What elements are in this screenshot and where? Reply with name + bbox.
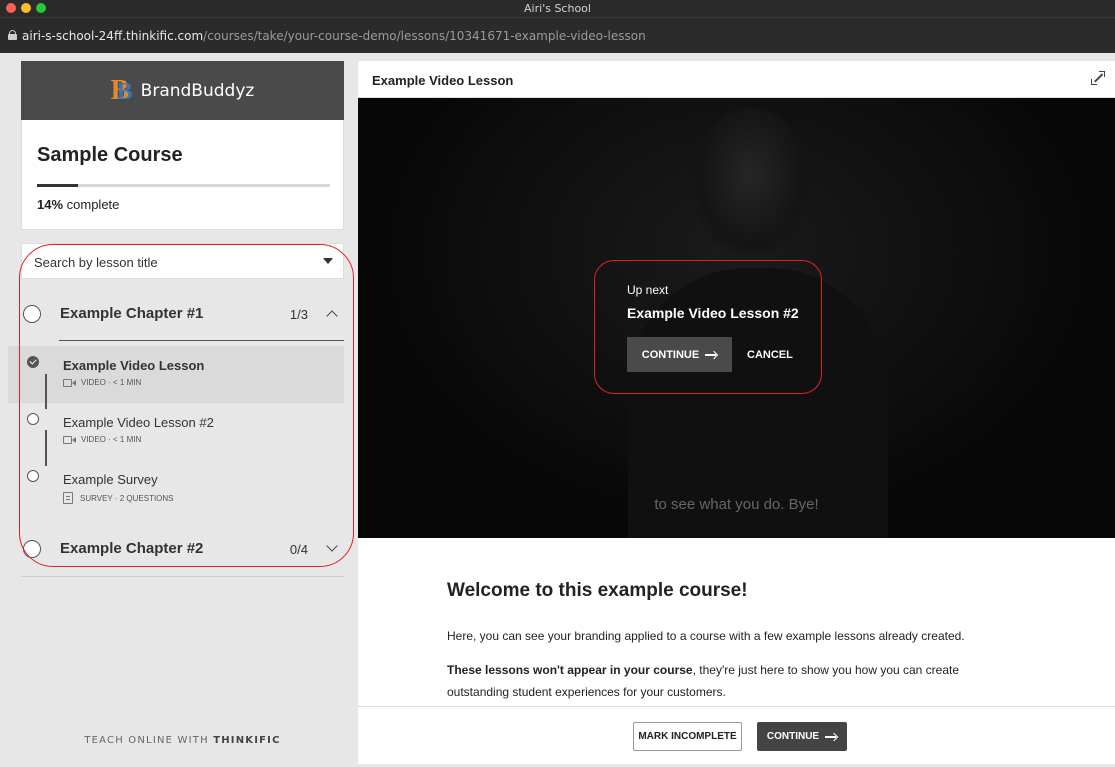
lesson-item-example-video-lesson[interactable]: Example Video Lesson VIDEO · < 1 MIN (8, 346, 344, 403)
expand-fullscreen-icon[interactable] (1091, 71, 1105, 85)
arrow-right-icon (825, 733, 837, 741)
footer-prefix: TEACH ONLINE WITH (84, 735, 214, 746)
window-title: Airi's School (524, 2, 591, 15)
mark-incomplete-button[interactable]: MARK INCOMPLETE (633, 722, 742, 751)
lesson-item-example-survey[interactable]: Example Survey SURVEY · 2 QUESTIONS (8, 460, 344, 517)
url-path: /courses/take/your-course-demo/lessons/1… (203, 29, 646, 43)
lesson-connector-line (45, 374, 47, 409)
chapter-divider (59, 340, 344, 341)
continue-button[interactable]: CONTINUE (757, 722, 847, 751)
lesson-list-panel: Example Chapter #1 1/3 Example Video Les… (8, 243, 344, 577)
up-next-continue-label: CONTINUE (641, 348, 700, 361)
content-paragraph-1: Here, you can see your branding applied … (447, 629, 965, 643)
course-summary-card: Sample Course 14% complete (21, 120, 344, 230)
video-icon (63, 435, 77, 444)
lesson-content: Welcome to this example course! Here, yo… (358, 538, 1115, 706)
chapter-header-2[interactable]: Example Chapter #2 0/4 (21, 520, 344, 576)
content-paragraph-2-bold: These lessons won't appear in your cours… (447, 663, 693, 677)
lesson-complete-check-icon (27, 356, 39, 368)
up-next-cancel-button[interactable]: CANCEL (747, 337, 793, 372)
course-progress-fill (37, 184, 79, 187)
lesson-meta-text: SURVEY · 2 QUESTIONS (80, 493, 174, 503)
lesson-search[interactable] (21, 243, 344, 279)
course-progress-text: 14% complete (37, 197, 119, 212)
lesson-meta: VIDEO · < 1 MIN (63, 378, 141, 387)
progress-value: 14% (37, 197, 64, 212)
address-bar[interactable]: airi-s-school-24ff.thinkific.com/courses… (0, 17, 1115, 53)
thinkific-footer-link[interactable]: TEACH ONLINE WITH THINKIFIC (21, 735, 344, 746)
window-titlebar: Airi's School (0, 0, 1115, 17)
up-next-label: Up next (627, 283, 669, 297)
chapter-progress-circle-icon (23, 305, 41, 323)
chevron-up-icon[interactable] (326, 310, 338, 322)
brand-name: BrandBuddyz (140, 80, 255, 101)
url-host: airi-s-school-24ff.thinkific.com (22, 29, 204, 43)
lock-icon (8, 30, 17, 40)
lesson-connector-line (45, 430, 47, 466)
lesson-meta-text: VIDEO · < 1 MIN (81, 378, 142, 387)
course-progress-bar (37, 184, 330, 187)
survey-icon (63, 492, 73, 504)
video-frame-head (691, 108, 811, 258)
up-next-title: Example Video Lesson #2 (627, 305, 799, 321)
chapter-title: Example Chapter #1 (60, 305, 204, 322)
chapter-count: 1/3 (289, 307, 308, 322)
chevron-down-icon[interactable] (326, 540, 338, 552)
lesson-header-title: Example Video Lesson (372, 73, 514, 88)
lesson-item-example-video-lesson-2[interactable]: Example Video Lesson #2 VIDEO · < 1 MIN (8, 403, 344, 460)
lesson-incomplete-circle-icon (27, 413, 39, 425)
content-paragraph-2: These lessons won't appear in your cours… (447, 659, 1007, 703)
lesson-meta: SURVEY · 2 QUESTIONS (63, 492, 174, 504)
course-title: Sample Course (37, 144, 183, 166)
up-next-overlay: Up next Example Video Lesson #2 CONTINUE… (595, 259, 822, 395)
chapter-count: 0/4 (289, 542, 308, 557)
url-text[interactable]: airi-s-school-24ff.thinkific.com/courses… (22, 29, 646, 43)
up-next-continue-button[interactable]: CONTINUE (627, 337, 732, 372)
lesson-footer-bar: MARK INCOMPLETE CONTINUE (358, 706, 1115, 764)
progress-suffix: complete (63, 197, 120, 212)
lesson-header: Example Video Lesson (358, 61, 1115, 98)
lesson-title: Example Survey (63, 472, 158, 487)
sidebar-divider (21, 576, 344, 577)
chapter-title: Example Chapter #2 (60, 540, 204, 557)
lesson-search-input[interactable] (34, 252, 314, 272)
lesson-meta: VIDEO · < 1 MIN (63, 435, 141, 444)
footer-brand: THINKIFIC (213, 735, 281, 746)
chapter-progress-circle-icon (23, 540, 41, 558)
chapter-header-1[interactable]: Example Chapter #1 1/3 (21, 285, 344, 341)
arrow-right-icon (705, 351, 717, 359)
lesson-title: Example Video Lesson #2 (63, 415, 214, 430)
video-player[interactable]: Up next Example Video Lesson #2 CONTINUE… (358, 98, 1115, 538)
continue-label: CONTINUE (766, 731, 820, 742)
lesson-title: Example Video Lesson (63, 358, 205, 373)
dropdown-caret-icon[interactable] (323, 258, 333, 264)
content-heading: Welcome to this example course! (447, 580, 748, 601)
video-icon (63, 378, 77, 387)
brand-logo-icon: BB (110, 74, 133, 106)
lesson-meta-text: VIDEO · < 1 MIN (81, 435, 142, 444)
brand-header: BB BrandBuddyz (21, 61, 344, 120)
lesson-incomplete-circle-icon (27, 470, 39, 482)
video-caption: to see what you do. Bye! (654, 496, 819, 513)
